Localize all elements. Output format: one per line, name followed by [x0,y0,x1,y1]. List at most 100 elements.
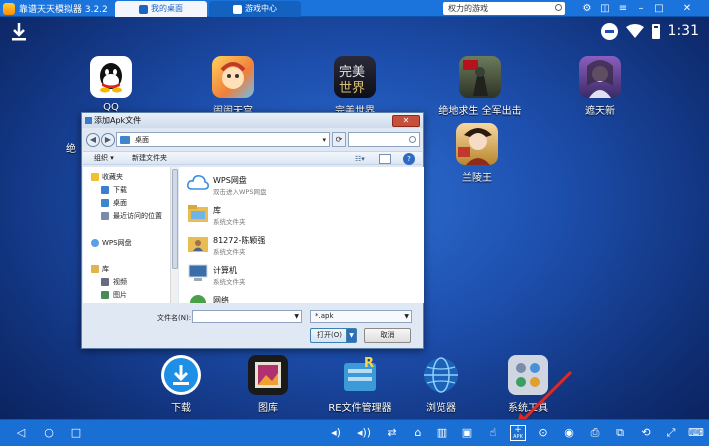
nav-videos[interactable]: 视频 [83,276,170,288]
path-text: 桌面 [135,136,149,144]
nav-libraries[interactable]: 库 [83,263,170,275]
download-folder-icon [101,186,109,194]
install-apk-icon[interactable]: + APK [510,425,526,441]
file-name: 81272-陈颖强 [213,236,266,245]
rotate-icon[interactable]: ⟲ [638,425,654,441]
screenshot-icon[interactable]: ▣ [459,425,475,441]
nav-label: 收藏夹 [102,173,123,181]
dock-app-gallery[interactable]: 图库 [228,355,308,414]
help-icon[interactable]: ? [403,153,415,165]
wifi-icon [625,24,644,38]
app-label: 系统工具 [508,403,548,414]
open-button[interactable]: 打开(O) ▼ [310,328,357,343]
open-dropdown-icon[interactable]: ▼ [346,329,356,342]
svg-text:R: R [364,356,374,371]
app-pubg[interactable]: 绝地求生 全军出击 [425,56,535,117]
dialog-title-bar[interactable]: 添加Apk文件 [82,113,423,128]
file-type: 系统文件夹 [213,218,246,226]
back-button[interactable]: ◀ [86,133,100,147]
file-item-wps-cloud[interactable]: WPS网盘 双击进入WPS网盘 [179,171,424,199]
android-recent-apps-icon[interactable]: □ [68,425,84,441]
path-dropdown-icon[interactable]: ▾ [322,134,326,146]
file-name: 网络 [213,296,229,303]
nav-label: 图片 [113,291,127,299]
fullscreen-icon[interactable]: ⤢ [663,425,679,441]
star-icon [91,173,99,181]
nav-scroll-thumb[interactable] [172,169,178,269]
camera-icon[interactable]: ⌂ [410,425,426,441]
lanlingwang-icon [456,123,498,165]
re-file-manager-icon: R [340,355,380,395]
keyboard-icon[interactable]: ⌨ [688,425,704,441]
filename-label: 文件名(N): [157,314,192,322]
android-back-icon[interactable]: ◁ [13,425,29,441]
nav-scrollbar[interactable] [170,167,178,303]
dock-app-re-file-manager[interactable]: R RE文件管理器 [315,355,405,414]
shared-folder-icon[interactable]: ⎙ [587,425,603,441]
skin-icon[interactable]: ◫ [598,2,612,15]
game-search-input[interactable]: 权力的游戏 [443,2,565,15]
minimize-icon[interactable]: – [634,2,648,15]
organize-button[interactable]: 组织 ▾ [94,152,114,165]
close-icon[interactable]: ✕ [672,2,702,15]
shake-icon[interactable]: ⇄ [384,425,400,441]
dock-app-browser[interactable]: 浏览器 [401,355,481,414]
video-icon [101,278,109,286]
dock-app-system-tools[interactable]: 系统工具 [488,355,568,414]
change-view-icon[interactable]: ☷▾ [355,154,373,164]
menu-icon[interactable]: ≡ [616,2,630,15]
refresh-button[interactable]: ⟳ [332,132,346,147]
android-home-icon[interactable]: ○ [41,425,57,441]
cloud-icon [187,175,209,190]
open-label: 打开(O) [317,331,342,339]
dock-app-download[interactable]: 下载 [141,355,221,414]
cancel-button[interactable]: 取消 [364,328,411,343]
nav-downloads[interactable]: 下载 [83,184,170,196]
app-naonao-tiangong[interactable]: 闹闹天宫 [188,56,278,117]
multi-instance-icon[interactable]: ⧉ [612,425,628,441]
maximize-icon[interactable]: □ [652,2,666,15]
clean-icon[interactable]: ▥ [434,425,450,441]
nav-wps-cloud[interactable]: WPS网盘 [83,237,170,249]
chevron-down-icon[interactable]: ▼ [294,311,299,322]
computer-icon [188,264,208,281]
qq-icon [90,56,132,98]
dialog-search-input[interactable] [348,132,420,147]
new-folder-button[interactable]: 新建文件夹 [132,152,167,165]
nav-pictures[interactable]: 图片 [83,289,170,301]
app-lanlingwang[interactable]: 兰陵王 [432,123,522,184]
network-icon [190,295,206,303]
nav-desktop[interactable]: 桌面 [83,197,170,209]
forward-button[interactable]: ▶ [101,133,115,147]
tab-my-desktop[interactable]: 我的桌面 [115,1,207,17]
file-item-network[interactable]: 网络 [179,291,424,303]
nav-label: 库 [102,265,109,273]
volume-down-icon[interactable]: ◂) [328,425,344,441]
filename-input[interactable]: ▼ [192,310,302,323]
location-icon[interactable]: ⊙ [535,425,551,441]
nav-favorites[interactable]: 收藏夹 [83,171,170,183]
file-list: WPS网盘 双击进入WPS网盘 库 系统文件夹 81272-陈颖强 系统文件夹 [179,167,424,303]
settings-icon[interactable]: ⚙ [580,2,594,15]
file-type-filter-select[interactable]: *.apk ▼ [310,310,412,323]
nav-recent-places[interactable]: 最近访问的位置 [83,210,170,222]
dialog-app-icon [85,117,92,124]
app-qq[interactable]: QQ [66,56,156,113]
app-zhetian[interactable]: 遮天新 [555,56,645,117]
dialog-close-button[interactable]: ✕ [392,115,420,127]
do-not-disturb-icon [600,22,618,40]
preview-pane-icon[interactable] [379,154,391,164]
touch-icon[interactable]: ☝ [485,425,501,441]
chevron-down-icon: ▼ [404,313,409,320]
file-type: 系统文件夹 [213,248,246,256]
volume-up-icon[interactable]: ◂)) [356,425,372,441]
file-item-computer[interactable]: 计算机 系统文件夹 [179,261,424,289]
record-icon[interactable]: ◉ [561,425,577,441]
address-bar[interactable]: 桌面 ▾ [116,132,330,147]
tab-game-center[interactable]: 游戏中心 [209,1,301,17]
app-wanmei-shijie[interactable]: 完美 世界 完美世界 [310,56,400,117]
search-icon[interactable] [555,4,562,11]
file-item-user-folder[interactable]: 81272-陈颖强 系统文件夹 [179,231,424,259]
emulator-bottom-toolbar: ◁ ○ □ ◂) ◂)) ⇄ ⌂ ▥ ▣ ☝ + APK ⊙ ◉ ⎙ ⧉ ⟲ ⤢… [0,419,709,446]
file-item-libraries[interactable]: 库 系统文件夹 [179,201,424,229]
